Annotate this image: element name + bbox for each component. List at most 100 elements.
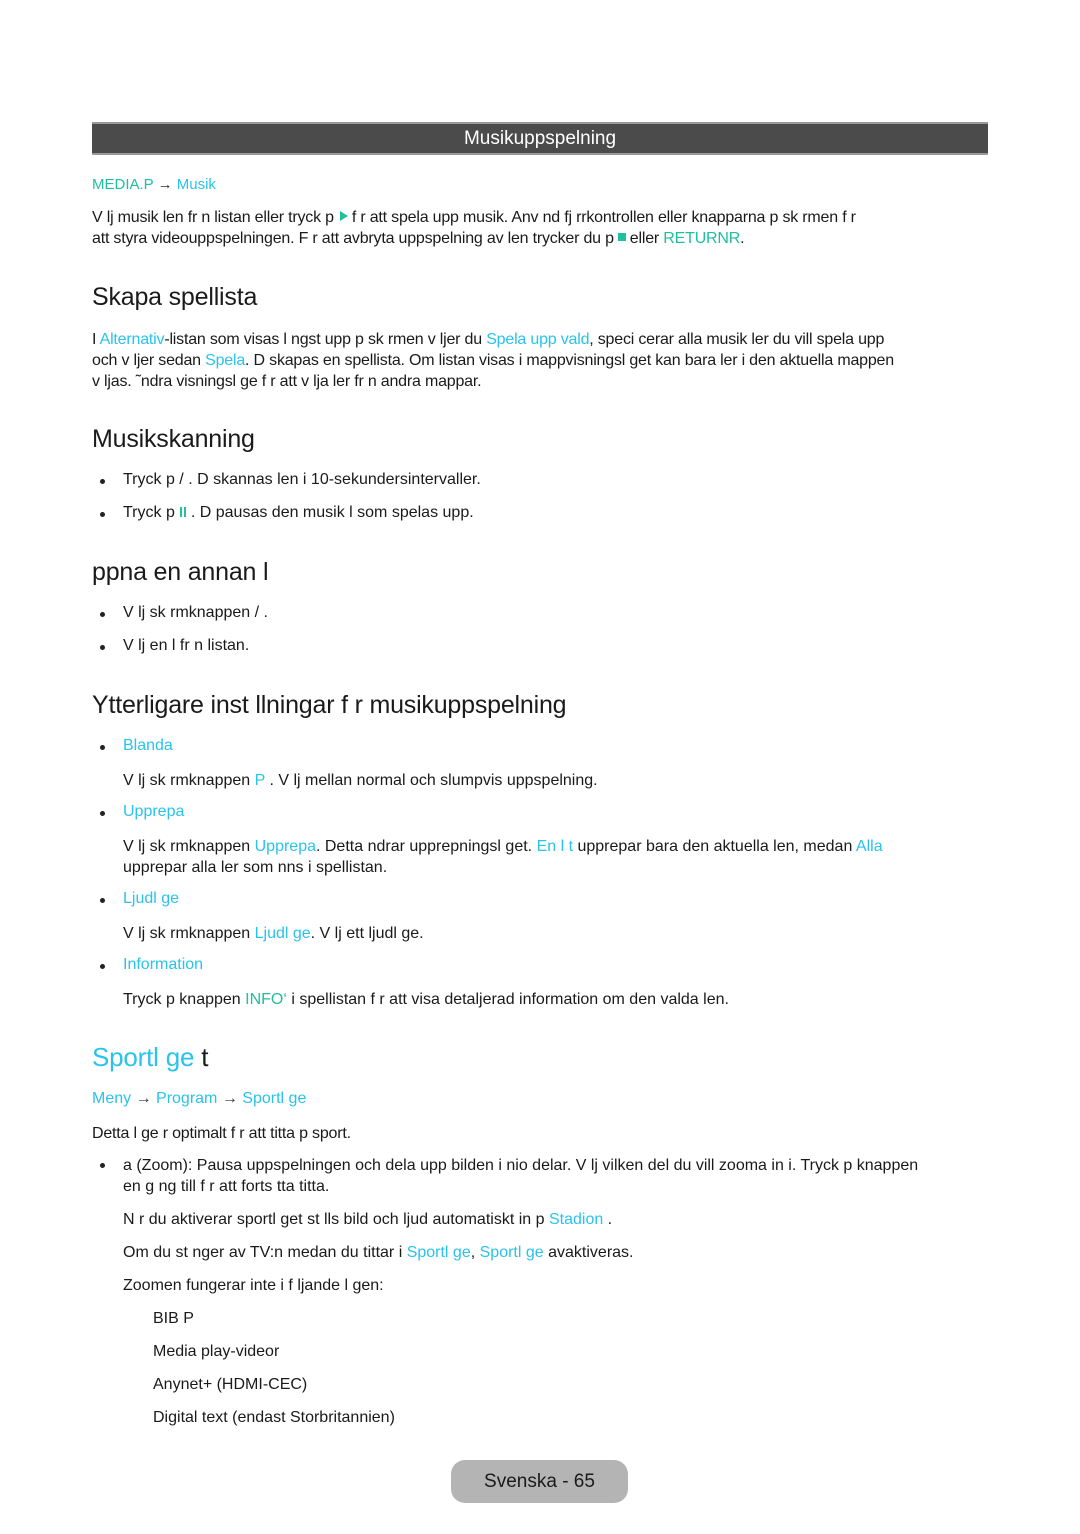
upprepa-description: V lj sk rmknappen Upprepa. Detta ndrar u… xyxy=(123,836,983,878)
list-item-text: Tryck p . D pausas den musik l som spelas… xyxy=(123,504,474,522)
text: . Detta ndrar upprepningsl get. xyxy=(315,838,537,855)
note-stadion: N r du aktiverar sportl get st lls bild … xyxy=(123,1209,983,1230)
text: I xyxy=(92,331,100,348)
mode-item: Anynet+ (HDMI-CEC) xyxy=(153,1376,308,1393)
heading-sportlage: Sportl ge t xyxy=(92,1042,209,1073)
breadcrumb-arrow-icon: → xyxy=(157,176,173,193)
bullet-icon xyxy=(100,745,105,750)
play-icon xyxy=(339,211,348,221)
text: Om du st nger av TV:n medan du tittar i xyxy=(123,1244,407,1261)
breadcrumb-item-sportlage[interactable]: Sportl ge xyxy=(242,1090,306,1107)
bullet-icon xyxy=(100,512,105,517)
breadcrumb-item-musik[interactable]: Musik xyxy=(177,176,216,193)
punct: . xyxy=(740,230,745,247)
list-item: Tryck p / . D skannas len i 10-sekunders… xyxy=(0,471,1080,491)
text: . D skapas en spellista. Om listan visas… xyxy=(245,352,894,369)
upprepa-link[interactable]: Upprepa xyxy=(255,838,316,855)
text: Tryck p knappen xyxy=(123,991,246,1008)
text: , xyxy=(470,1244,480,1261)
information-description: Tryck p knappen INFO‘ i spellistan f r a… xyxy=(123,989,983,1010)
text: Tryck p xyxy=(123,504,175,521)
section-header-bar: Musikuppspelning xyxy=(92,122,988,155)
text: upprepar bara den aktuella len, medan xyxy=(573,838,856,855)
list-item-ljudlage: Ljudl ge xyxy=(0,890,1080,910)
sportlage-link: Sportl ge xyxy=(406,1244,471,1261)
list-item: V lj en l fr n listan. xyxy=(0,637,1080,657)
blanda-key: P xyxy=(254,772,265,789)
text: en g ng till f r att forts tta titta. xyxy=(123,1178,330,1195)
stop-icon xyxy=(617,233,626,241)
list-item-text: V lj sk rmknappen / . xyxy=(123,604,268,621)
spela-upp-vald-link[interactable]: Spela upp vald xyxy=(486,331,589,348)
information-label: Information xyxy=(123,956,204,973)
text: . xyxy=(603,1211,613,1228)
text: upprepar alla ler som nns i spellistan. xyxy=(123,859,388,876)
spela-link[interactable]: Spela xyxy=(205,352,245,369)
list-item: Tryck p . D pausas den musik l som spelas… xyxy=(0,504,1080,524)
breadcrumb-media: MEDIA.P → Musik xyxy=(92,176,216,193)
text: och v ljer sedan xyxy=(92,352,206,369)
breadcrumb-item-mediap[interactable]: MEDIA.P xyxy=(92,176,153,193)
text: v ljas. ˜ndra visningsl ge f r att v lja… xyxy=(92,373,482,390)
upprepa-label: Upprepa xyxy=(123,803,185,820)
text: V lj sk rmknappen xyxy=(123,772,255,789)
text: avaktiveras. xyxy=(543,1244,634,1261)
sportlage-link: Sportl ge xyxy=(479,1244,544,1261)
bullet-icon xyxy=(100,1163,105,1168)
text: V lj sk rmknappen xyxy=(123,925,255,942)
returnr-key: RETURNR xyxy=(663,230,741,247)
mode-item: Digital text (endast Storbritannien) xyxy=(153,1409,395,1426)
alternativ-link[interactable]: Alternativ xyxy=(100,331,165,348)
text: , speci cerar alla musik ler du vill spe… xyxy=(589,331,885,348)
blanda-label: Blanda xyxy=(123,737,173,754)
sport-description: Detta l ge r optimalt f r att titta p sp… xyxy=(92,1125,351,1142)
text: . D pausas den musik l som spelas upp. xyxy=(190,504,474,521)
page-number: Svenska - 65 xyxy=(484,1471,595,1492)
pause-icon xyxy=(179,507,187,517)
text: N r du aktiverar sportl get st lls bild … xyxy=(123,1211,549,1228)
heading-musikskanning: Musikskanning xyxy=(92,425,255,453)
section-title: Musikuppspelning xyxy=(463,128,617,149)
heading-oppna-annan-fil: ppna en annan l xyxy=(92,558,269,586)
bullet-icon xyxy=(100,612,105,617)
bullet-icon xyxy=(100,479,105,484)
list-item-information: Information xyxy=(0,956,1080,976)
text: . V lj ett ljudl ge. xyxy=(310,925,424,942)
alla-option: Alla xyxy=(855,838,883,855)
breadcrumb-item-meny[interactable]: Meny xyxy=(92,1090,131,1107)
bullet-icon xyxy=(100,645,105,650)
en-lat-option: En l t xyxy=(536,838,574,855)
breadcrumb-item-program[interactable]: Program xyxy=(156,1090,217,1107)
ljudlage-link[interactable]: Ljudl ge xyxy=(255,925,311,942)
list-item-zoom: a (Zoom): Pausa uppspelningen och dela u… xyxy=(0,1155,1080,1197)
note-turn-off: Om du st nger av TV:n medan du tittar i … xyxy=(123,1242,983,1263)
text: . V lj mellan normal och slumpvis uppspe… xyxy=(265,772,598,789)
breadcrumb-arrow-icon: → xyxy=(221,1090,238,1107)
text: a (Zoom): Pausa uppspelningen och dela u… xyxy=(123,1157,919,1174)
blanda-description: V lj sk rmknappen P . V lj mellan normal… xyxy=(123,770,983,791)
breadcrumb-sport: Meny → Program → Sportl ge xyxy=(92,1090,306,1108)
bullet-icon xyxy=(100,964,105,969)
bullet-icon xyxy=(100,898,105,903)
heading-skapa-spellista: Skapa spellista xyxy=(92,283,258,311)
stadion-link: Stadion xyxy=(548,1211,604,1228)
bullet-icon xyxy=(100,811,105,816)
list-item-blanda: Blanda xyxy=(0,737,1080,757)
list-item-text: a (Zoom): Pausa uppspelningen och dela u… xyxy=(123,1155,918,1197)
sportlage-title: Sportl ge xyxy=(92,1042,195,1072)
intro-text: f r att spela upp musik. Anv nd fj rrkon… xyxy=(351,209,856,226)
breadcrumb-arrow-icon: → xyxy=(135,1090,152,1107)
heading-ytterligare: Ytterligare inst llningar f r musikuppsp… xyxy=(92,691,567,719)
intro-text: eller xyxy=(629,230,660,247)
list-item-text: V lj en l fr n listan. xyxy=(123,637,250,654)
zoom-not-working-note: Zoomen fungerar inte i f ljande l gen: xyxy=(123,1277,384,1294)
intro-paragraph: V lj musik len fr n listan eller tryck p… xyxy=(92,207,1002,249)
text: t xyxy=(194,1042,209,1072)
info-key: INFO‘ xyxy=(245,991,287,1008)
text: V lj sk rmknappen xyxy=(123,838,255,855)
list-item-text: Tryck p / . D skannas len i 10-sekunders… xyxy=(123,471,481,488)
ljudlage-label: Ljudl ge xyxy=(123,890,180,907)
skapa-paragraph: I Alternativ-listan som visas l ngst upp… xyxy=(92,329,1002,392)
text: i spellistan f r att visa detaljerad inf… xyxy=(286,991,729,1008)
intro-text: att styra videouppspelningen. F r att av… xyxy=(92,230,614,247)
